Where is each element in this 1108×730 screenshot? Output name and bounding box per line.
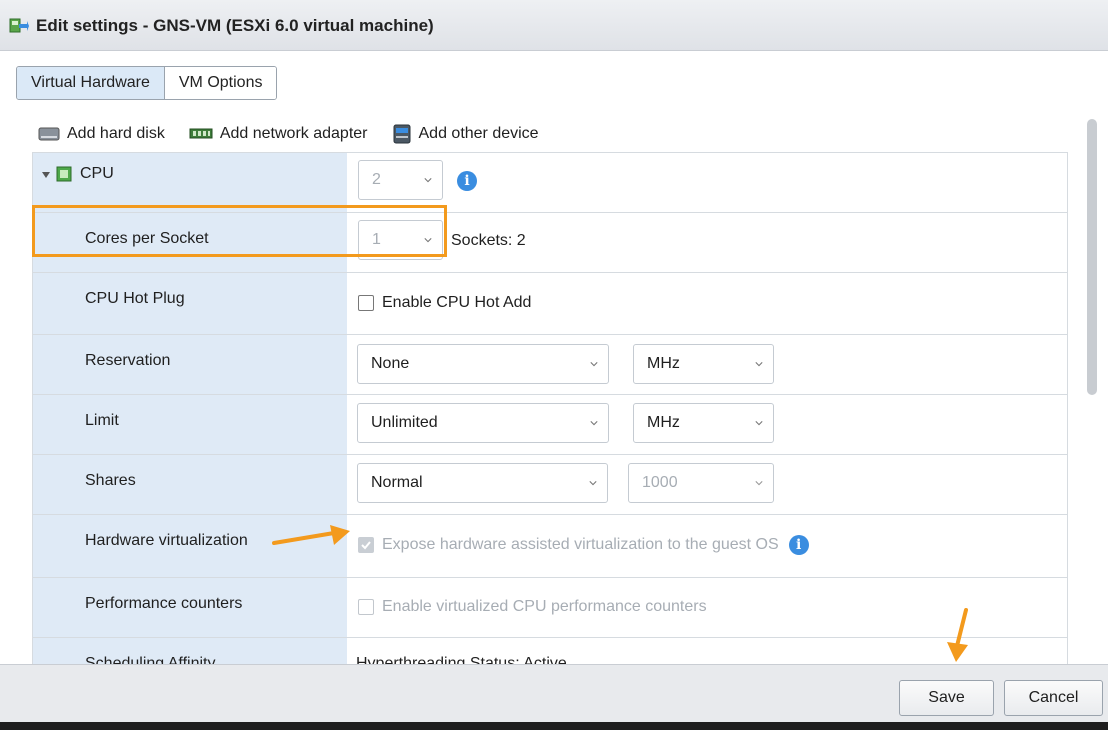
hardware-toolbar: Add hard disk Add network adapter Add ot… [38, 122, 563, 146]
chevron-down-icon [755, 362, 763, 367]
checkbox-box[interactable] [358, 295, 374, 311]
shares-number-select[interactable]: 1000 [628, 463, 774, 503]
reservation-unit: MHz [647, 355, 680, 372]
reservation-label: Reservation [33, 335, 347, 394]
add-hard-disk-button[interactable]: Add hard disk [38, 125, 165, 143]
checkmark-icon [361, 541, 371, 550]
add-other-device-button[interactable]: Add other device [392, 124, 539, 144]
checkbox-box[interactable] [358, 599, 374, 615]
cpu-chip-icon [56, 166, 72, 182]
shares-select[interactable]: Normal [357, 463, 608, 503]
arrow-annotation-icon [947, 608, 968, 662]
expose-hw-virtualization-checkbox[interactable]: Expose hardware assisted virtualization … [358, 535, 809, 555]
tab-bar: Virtual Hardware VM Options [16, 66, 278, 100]
limit-label: Limit [33, 395, 347, 454]
tab-vm-options[interactable]: VM Options [164, 67, 277, 99]
shares-row: Shares Normal 1000 [33, 455, 1067, 515]
cpu-settings-grid: CPU 2 i Cores per Socket 1 Sockets: 2 CP… [32, 152, 1068, 664]
hardware-virtualization-row: Hardware virtualization Expose hardware … [33, 515, 1067, 578]
reservation-unit-select[interactable]: MHz [633, 344, 774, 384]
chevron-down-icon [424, 238, 432, 243]
reservation-cell: None MHz [347, 335, 1067, 394]
reservation-value: None [371, 355, 410, 372]
dialog-footer: Save Cancel [0, 664, 1108, 723]
chevron-down-icon [755, 421, 763, 426]
cpu-label: CPU [80, 165, 114, 182]
info-icon[interactable]: i [457, 171, 477, 191]
chevron-down-icon [424, 178, 432, 183]
vm-edit-icon [9, 18, 29, 33]
cores-per-socket-value: 1 [372, 231, 381, 248]
scheduling-affinity-label: Scheduling Affinity [33, 638, 347, 664]
limit-unit-select[interactable]: MHz [633, 403, 774, 443]
add-network-adapter-button[interactable]: Add network adapter [189, 125, 368, 143]
chevron-down-icon [589, 481, 597, 486]
cores-per-socket-row: Cores per Socket 1 Sockets: 2 [33, 213, 1067, 273]
shares-value: Normal [371, 474, 423, 491]
cpu-hot-plug-cell: Enable CPU Hot Add [347, 273, 1067, 334]
expose-hw-virtualization-label: Expose hardware assisted virtualization … [382, 536, 779, 553]
cpu-row-label[interactable]: CPU [33, 153, 347, 212]
save-button[interactable]: Save [899, 680, 994, 716]
cpu-count-value: 2 [372, 171, 381, 188]
limit-select[interactable]: Unlimited [357, 403, 609, 443]
dialog-content: Virtual Hardware VM Options Add hard dis… [0, 51, 1108, 664]
chevron-down-icon [590, 362, 598, 367]
dialog-title-bar: Edit settings - GNS-VM (ESXi 6.0 virtual… [0, 0, 1108, 51]
window-bottom-edge [0, 722, 1108, 730]
cpu-hot-plug-row: CPU Hot Plug Enable CPU Hot Add [33, 273, 1067, 335]
add-other-device-label: Add other device [418, 125, 539, 142]
performance-counters-row: Performance counters Enable virtualized … [33, 578, 1067, 638]
cpu-count-select[interactable]: 2 [358, 160, 443, 200]
network-adapter-icon [189, 128, 213, 139]
cores-per-socket-label: Cores per Socket [33, 213, 347, 272]
add-hard-disk-label: Add hard disk [67, 125, 165, 142]
shares-number: 1000 [642, 474, 678, 491]
vertical-scrollbar[interactable] [1087, 119, 1097, 395]
cpu-row: CPU 2 i [33, 153, 1067, 213]
cancel-button[interactable]: Cancel [1004, 680, 1103, 716]
enable-perf-counters-checkbox[interactable]: Enable virtualized CPU performance count… [358, 598, 707, 616]
performance-counters-label: Performance counters [33, 578, 347, 637]
expand-triangle-icon[interactable] [41, 170, 51, 180]
chevron-down-icon [755, 481, 763, 486]
limit-row: Limit Unlimited MHz [33, 395, 1067, 455]
enable-perf-counters-label: Enable virtualized CPU performance count… [382, 598, 707, 615]
shares-label: Shares [33, 455, 347, 514]
other-device-icon [393, 124, 410, 144]
shares-cell: Normal 1000 [347, 455, 1067, 514]
cpu-value-cell: 2 i [347, 153, 1067, 212]
scheduling-affinity-row: Scheduling Affinity Hyperthreading Statu… [33, 638, 1067, 664]
limit-cell: Unlimited MHz [347, 395, 1067, 454]
limit-unit: MHz [647, 414, 680, 431]
chevron-down-icon [590, 421, 598, 426]
hyperthreading-status: Hyperthreading Status: Active [356, 655, 567, 664]
sockets-count: Sockets: 2 [451, 232, 526, 249]
enable-cpu-hot-add-checkbox[interactable]: Enable CPU Hot Add [358, 294, 531, 312]
reservation-select[interactable]: None [357, 344, 609, 384]
enable-cpu-hot-add-label: Enable CPU Hot Add [382, 294, 532, 311]
reservation-row: Reservation None MHz [33, 335, 1067, 395]
checkbox-box[interactable] [358, 537, 374, 553]
tab-virtual-hardware[interactable]: Virtual Hardware [17, 67, 165, 99]
hard-disk-icon [38, 127, 60, 141]
add-network-adapter-label: Add network adapter [219, 125, 368, 142]
arrow-annotation-icon [272, 525, 350, 545]
dialog-title: Edit settings - GNS-VM (ESXi 6.0 virtual… [36, 16, 434, 35]
cores-per-socket-select[interactable]: 1 [358, 220, 443, 260]
limit-value: Unlimited [371, 414, 438, 431]
cpu-hot-plug-label: CPU Hot Plug [33, 273, 347, 334]
cores-per-socket-cell: 1 Sockets: 2 [347, 213, 1067, 272]
info-icon[interactable]: i [788, 535, 809, 555]
hardware-virtualization-cell: Expose hardware assisted virtualization … [347, 515, 1067, 577]
